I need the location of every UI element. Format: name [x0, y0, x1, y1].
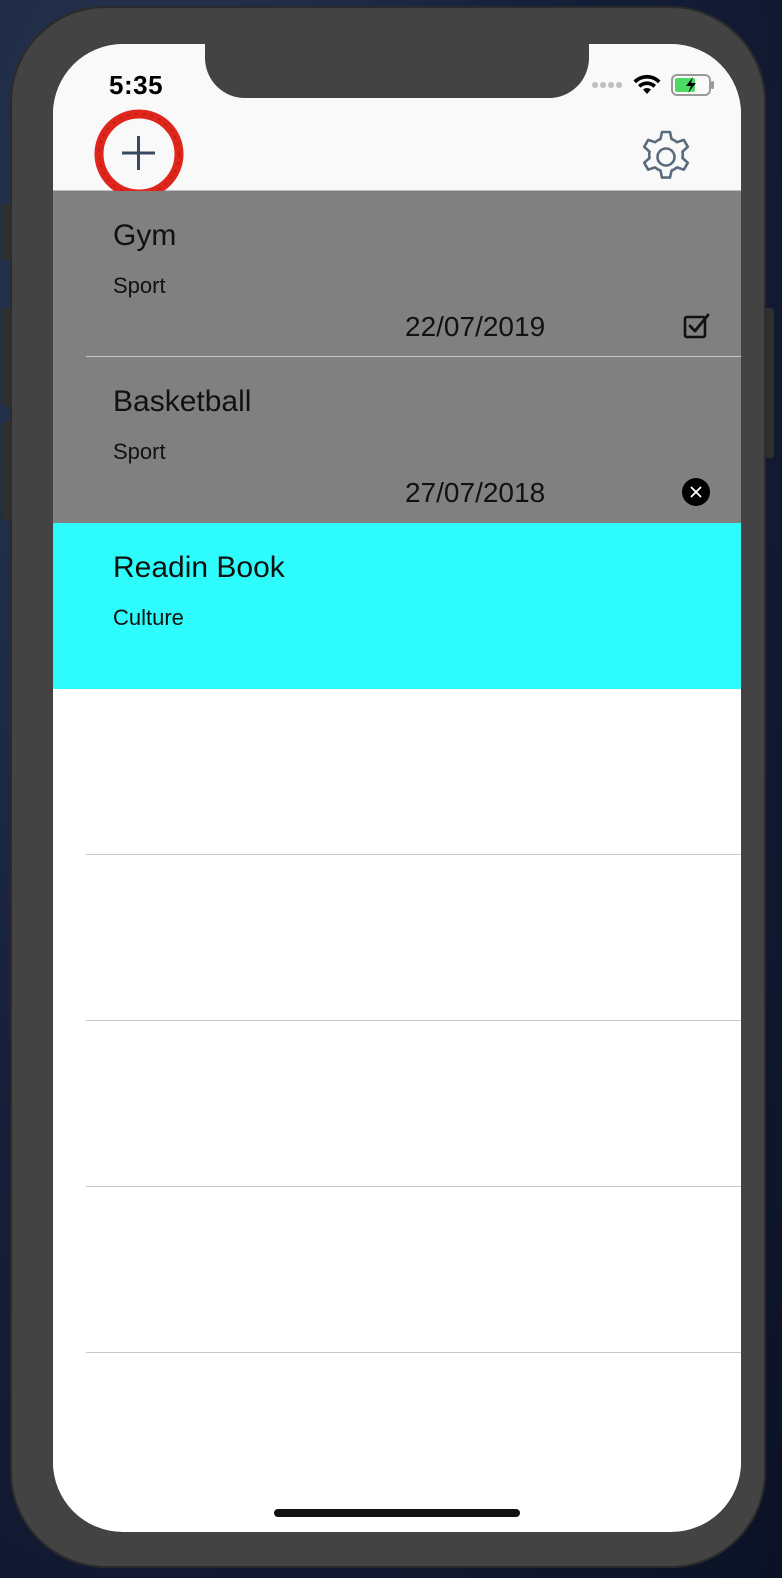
volume-up-button: [2, 308, 12, 406]
mute-switch: [2, 204, 12, 260]
close-circle-icon[interactable]: [682, 478, 710, 506]
signal-dots-icon: [592, 82, 622, 88]
empty-row: [53, 1353, 741, 1519]
task-category: Sport: [113, 273, 166, 298]
task-title: Basketball: [113, 385, 252, 418]
task-row-basketball[interactable]: Basketball Sport 27/07/2018: [53, 357, 741, 523]
volume-down-button: [2, 422, 12, 520]
empty-row: [53, 855, 741, 1021]
device-frame: 5:35 Gym Sport 22/07/2019 Basketball Spo…: [2, 6, 774, 1568]
task-date: 27/07/2018: [405, 477, 546, 508]
task-title: Readin Book: [113, 551, 285, 584]
task-row-readin-book[interactable]: Readin Book Culture: [53, 523, 741, 689]
task-category: Sport: [113, 439, 166, 464]
task-date: 22/07/2019: [405, 311, 546, 342]
task-category: Culture: [113, 605, 184, 630]
empty-row: [53, 1021, 741, 1187]
task-row-gym[interactable]: Gym Sport 22/07/2019: [53, 191, 741, 357]
task-list: Gym Sport 22/07/2019 Basketball Sport 27…: [53, 191, 741, 1519]
empty-row: [53, 1187, 741, 1353]
navigation-bar: [53, 98, 741, 199]
status-icons: [591, 74, 715, 96]
status-bar: 5:35: [53, 44, 741, 100]
home-indicator[interactable]: [274, 1509, 520, 1517]
wifi-icon: [633, 74, 661, 94]
power-button: [764, 308, 774, 458]
plus-icon: [122, 136, 155, 170]
notch: [205, 44, 589, 98]
task-title: Gym: [113, 219, 177, 252]
battery-charging-icon: [671, 74, 714, 96]
empty-row: [53, 689, 741, 855]
checkbox-checked-icon[interactable]: [682, 312, 710, 340]
screen: 5:35 Gym Sport 22/07/2019 Basketball Spo…: [53, 44, 741, 1532]
add-task-button[interactable]: [93, 108, 185, 200]
settings-button[interactable]: [637, 128, 695, 186]
status-time: 5:35: [109, 70, 164, 100]
gear-icon: [642, 130, 690, 179]
